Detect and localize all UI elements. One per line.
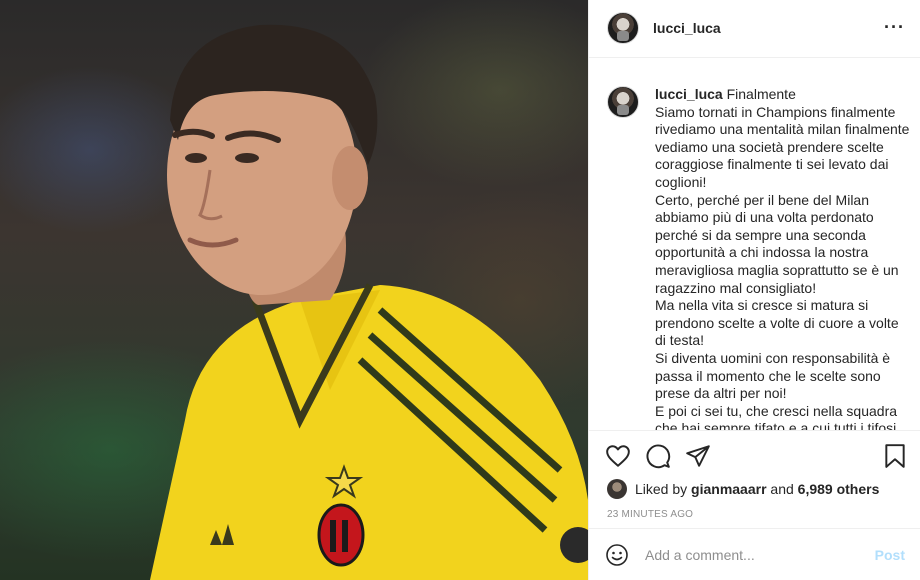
post-timestamp[interactable]: 23 MINUTES AGO (607, 509, 693, 520)
comment-bar: Post (589, 528, 920, 580)
post-photo[interactable] (0, 0, 588, 580)
likes-others-link[interactable]: 6,989 others (798, 481, 880, 497)
caption-area: lucci_luca Finalmente Siamo tornati in C… (589, 58, 920, 430)
heart-icon[interactable] (605, 443, 631, 474)
caption-body: Siamo tornati in Champions finalmente ri… (655, 103, 910, 430)
post-side-panel: lucci_luca ··· lucci_luca Finalmente Sia… (588, 0, 920, 580)
caption-username[interactable]: lucci_luca (655, 86, 723, 102)
caption-avatar[interactable] (607, 86, 639, 118)
comment-icon[interactable] (645, 443, 671, 474)
more-icon[interactable]: ··· (884, 18, 905, 36)
player-illustration (150, 24, 588, 580)
likes-connector: and (770, 481, 794, 497)
liker-username[interactable]: gianmaaarr (691, 481, 766, 497)
caption-intro: Finalmente (726, 86, 796, 102)
bookmark-icon[interactable] (883, 443, 907, 474)
likes-summary: Liked by gianmaaarr and 6,989 others (607, 479, 879, 499)
post-caption: lucci_luca Finalmente Siamo tornati in C… (655, 86, 911, 430)
post-comment-button[interactable]: Post (875, 547, 905, 563)
emoji-icon[interactable] (605, 543, 629, 572)
share-icon[interactable] (685, 443, 711, 474)
author-avatar[interactable] (607, 12, 639, 44)
liker-avatar[interactable] (607, 479, 627, 499)
likes-prefix: Liked by (635, 481, 688, 497)
comment-input[interactable] (645, 545, 865, 565)
author-username[interactable]: lucci_luca (653, 20, 721, 36)
post-header: lucci_luca ··· (589, 0, 920, 58)
